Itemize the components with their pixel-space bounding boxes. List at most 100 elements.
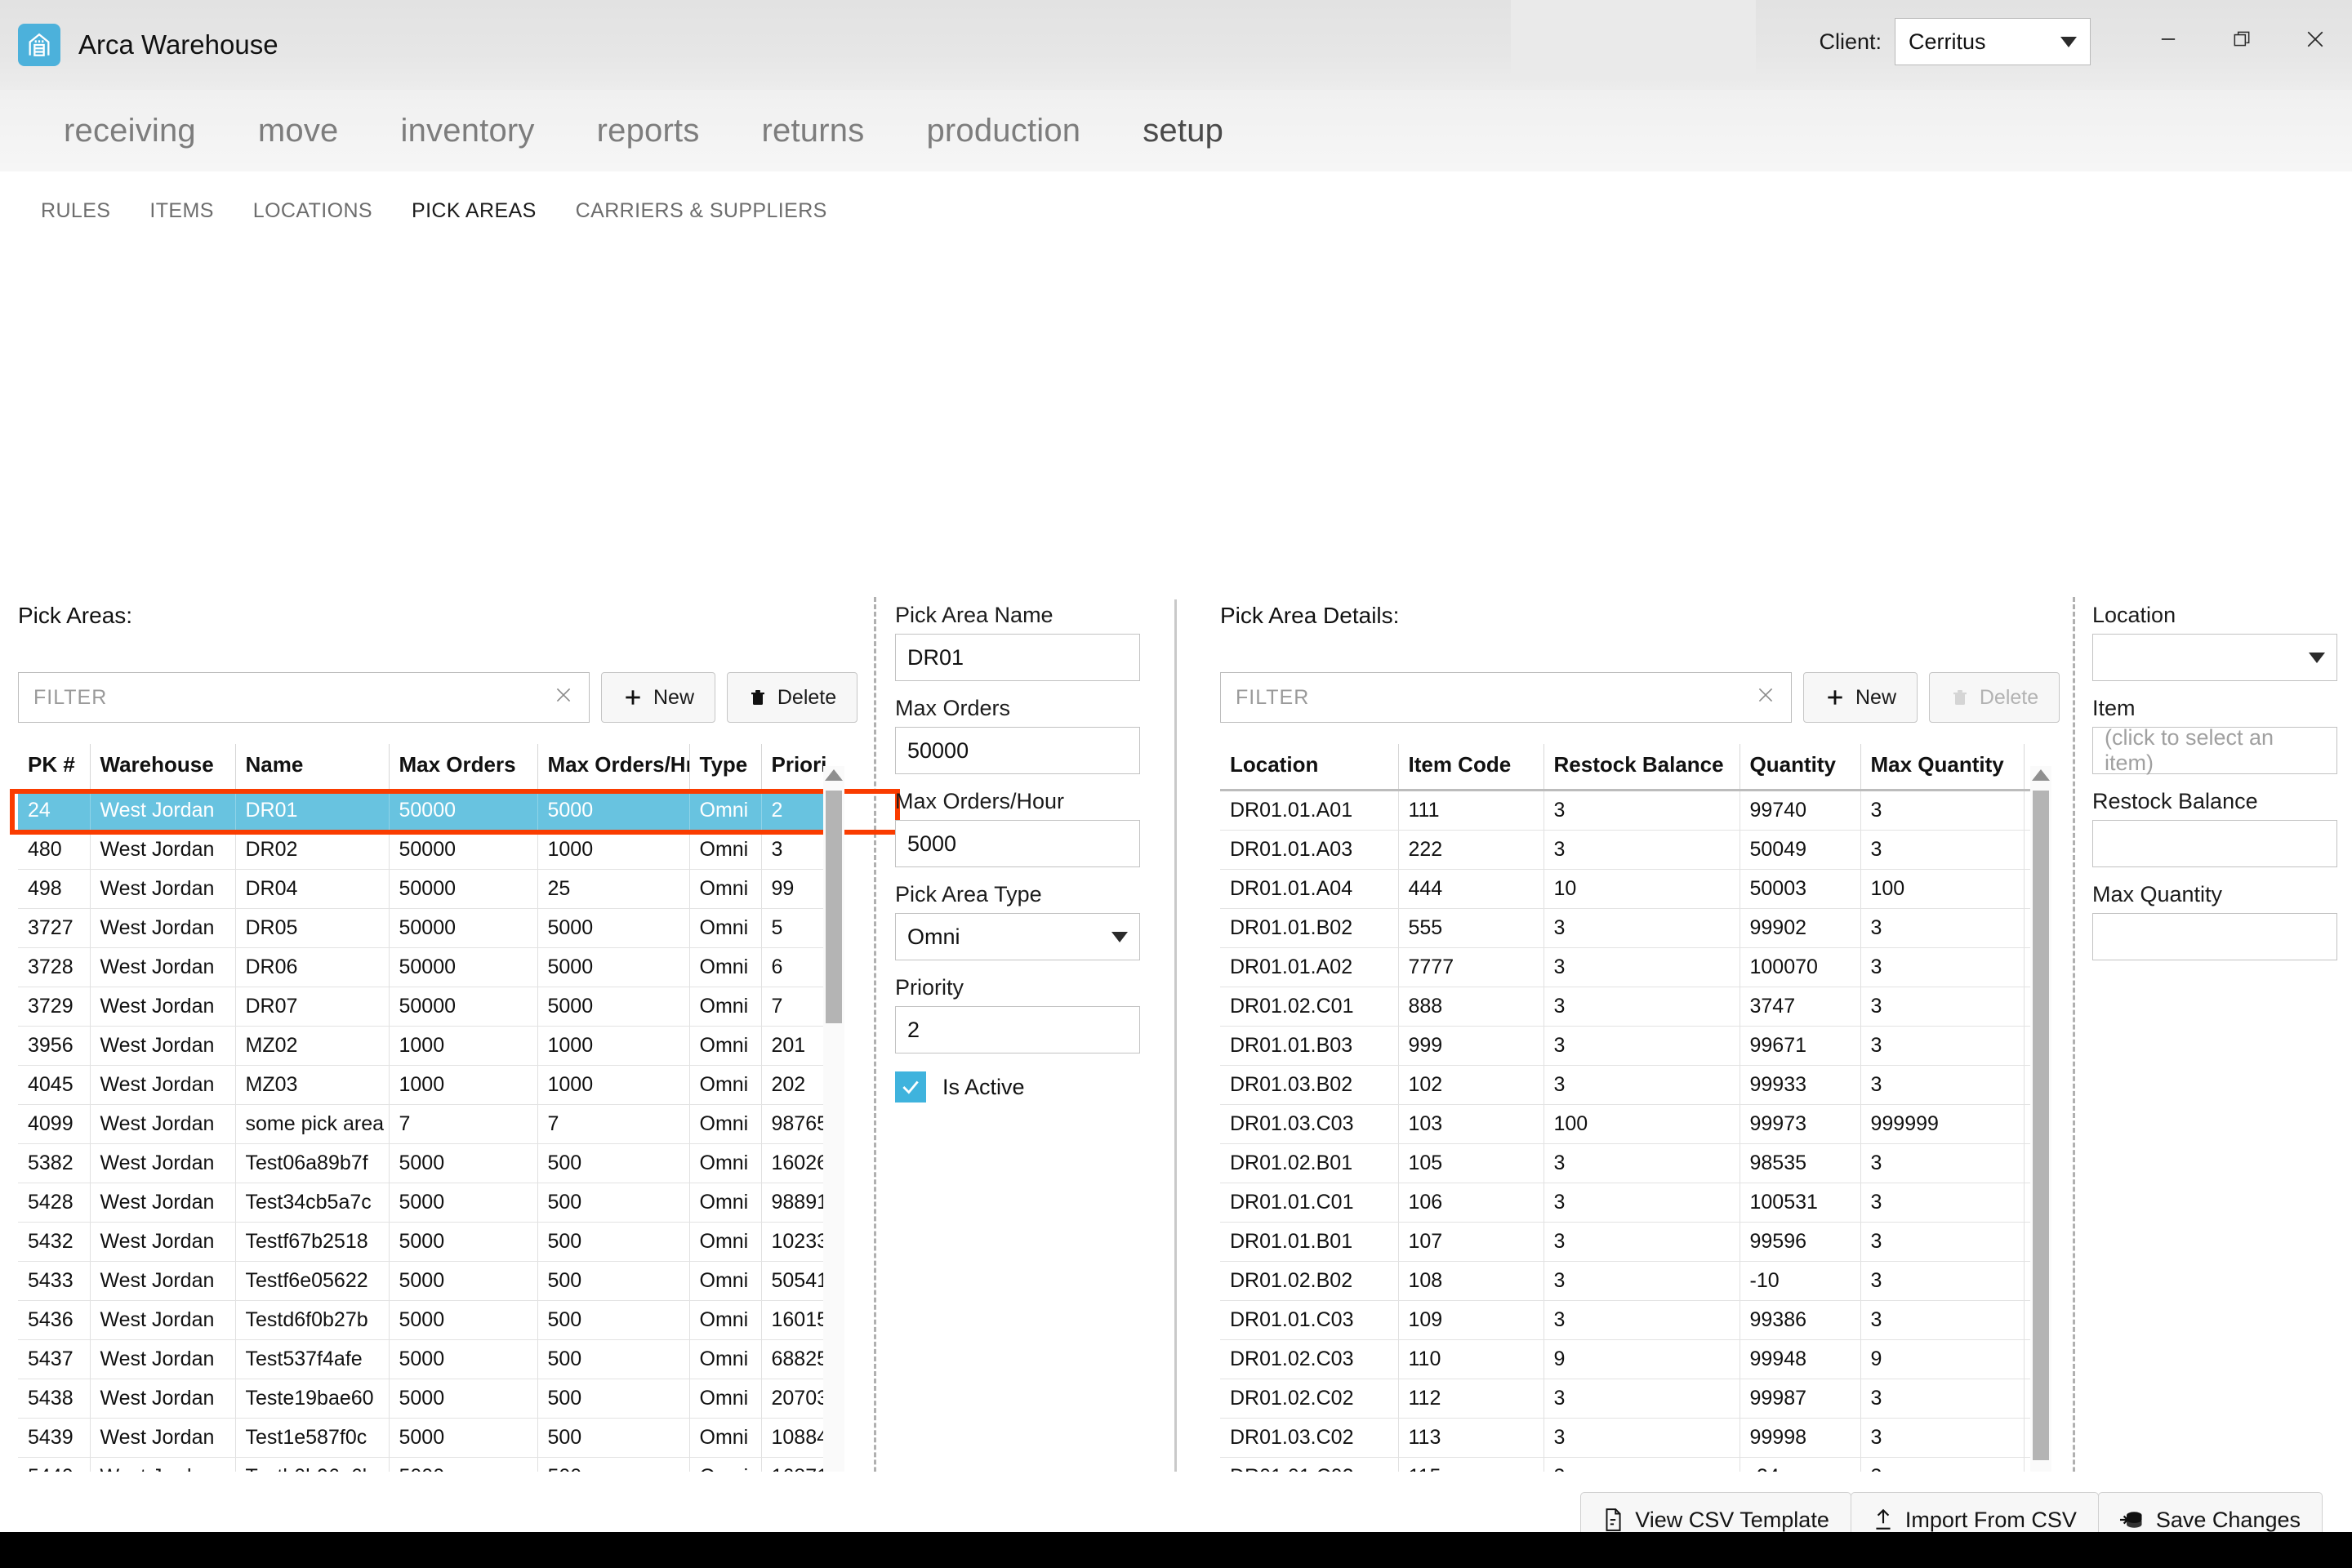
table-row[interactable]: 5433 West Jordan Testf6e05622 5000 500 Omni 50… — [18, 1261, 843, 1301]
table-row[interactable]: 5438 West Jordan Teste19bae60 5000 500 Omni 20… — [18, 1379, 843, 1419]
cell-restock-balance: 3 — [1543, 1143, 1740, 1183]
table-row[interactable]: DR01.01.B02 555 3 99902 3 — [1220, 908, 2048, 948]
nav-item-move[interactable]: move — [227, 113, 370, 149]
pick-area-type-select[interactable]: Omni — [895, 913, 1140, 960]
restock-balance-input[interactable] — [2092, 820, 2337, 867]
nav-item-production[interactable]: production — [895, 113, 1111, 149]
clear-icon[interactable] — [1755, 684, 1776, 710]
table-row[interactable]: DR01.01.A03 222 3 50049 3 — [1220, 830, 2048, 870]
table-row[interactable]: 498 West Jordan DR04 50000 25 Omni 99 — [18, 869, 843, 909]
col-max-quantity[interactable]: Max Quantity — [1860, 744, 2024, 791]
col-location[interactable]: Location — [1220, 744, 1398, 791]
title-bar: Arca Warehouse Client: Cerritus — [0, 0, 2352, 90]
col-quantity[interactable]: Quantity — [1739, 744, 1860, 791]
nav-item-reports[interactable]: reports — [566, 113, 731, 149]
table-row[interactable]: DR01.01.B01 107 3 99596 3 — [1220, 1222, 2048, 1262]
cell-type: Omni — [688, 1379, 761, 1419]
table-row[interactable]: DR01.03.C03 103 100 99973 999999 — [1220, 1104, 2048, 1144]
priority-input[interactable]: 2 — [895, 1006, 1140, 1054]
col-max-orders-hr[interactable]: Max Orders/Hr — [537, 744, 689, 791]
table-row[interactable]: DR01.01.B03 999 3 99671 3 — [1220, 1026, 2048, 1066]
col-warehouse[interactable]: Warehouse — [89, 744, 235, 791]
table-row[interactable]: DR01.01.A01 111 3 99740 3 — [1220, 790, 2048, 831]
details-filter-input[interactable]: FILTER — [1220, 672, 1792, 723]
close-button[interactable] — [2278, 0, 2352, 78]
is-active-row[interactable]: Is Active — [895, 1071, 1140, 1102]
item-input[interactable]: (click to select an item) — [2092, 725, 2337, 775]
table-row[interactable]: DR01.03.B02 102 3 99933 3 — [1220, 1065, 2048, 1105]
minimize-button[interactable] — [2132, 0, 2205, 78]
cell-warehouse: West Jordan — [89, 1418, 235, 1458]
pick-areas-filter-input[interactable]: FILTER — [18, 672, 590, 723]
table-row[interactable]: 5428 West Jordan Test34cb5a7c 5000 500 Omni 98… — [18, 1183, 843, 1223]
table-row[interactable]: DR01.01.A02 7777 3 100070 3 — [1220, 947, 2048, 987]
table-row[interactable]: DR01.03.C02 113 3 99998 3 — [1220, 1418, 2048, 1458]
table-row[interactable]: DR01.01.A04 444 10 50003 100 — [1220, 869, 2048, 909]
table-row[interactable]: DR01.02.C03 110 9 99948 9 — [1220, 1339, 2048, 1379]
details-toolbar: FILTER New Delete — [1220, 672, 2060, 723]
scroll-up-icon[interactable] — [825, 769, 843, 781]
table-row[interactable]: 5439 West Jordan Test1e587f0c 5000 500 Omni 10… — [18, 1418, 843, 1458]
cell-max-quantity: 3 — [1860, 1222, 2024, 1262]
table-row[interactable]: 5436 West Jordan Testd6f0b27b 5000 500 Omni 16… — [18, 1300, 843, 1340]
col-item-code[interactable]: Item Code — [1397, 744, 1544, 791]
pick-area-details-table[interactable]: Location Item Code Restock Balance Quant… — [1220, 744, 2048, 1568]
pick-area-type-group: Pick Area Type Omni — [895, 882, 1140, 960]
table-row[interactable]: 480 West Jordan DR02 50000 1000 Omni 3 — [18, 830, 843, 870]
cell-pk: 5436 — [18, 1300, 90, 1340]
max-orders-input[interactable]: 50000 — [895, 727, 1140, 774]
client-select[interactable]: Cerritus — [1895, 18, 2091, 65]
table-row[interactable]: 4045 West Jordan MZ03 1000 1000 Omni 202 — [18, 1065, 843, 1105]
table-row[interactable]: DR01.01.C01 106 3 100531 3 — [1220, 1183, 2048, 1223]
col-restock-balance[interactable]: Restock Balance — [1543, 744, 1740, 791]
is-active-checkbox[interactable] — [895, 1071, 926, 1102]
nav-item-inventory[interactable]: inventory — [370, 113, 566, 149]
pick-areas-vscrollbar[interactable] — [823, 766, 844, 1568]
table-row[interactable]: 3729 West Jordan DR07 50000 5000 Omni 7 — [18, 987, 843, 1027]
location-select[interactable] — [2092, 634, 2337, 681]
table-row[interactable]: 4099 West Jordan some pick area 7 7 Omni 98765 — [18, 1104, 843, 1144]
pick-areas-table[interactable]: PK # Warehouse Name Max Orders Max Order… — [18, 744, 843, 1568]
restore-button[interactable] — [2205, 0, 2278, 78]
tab-pick-areas[interactable]: PICK AREAS — [392, 199, 556, 223]
tab-locations[interactable]: LOCATIONS — [234, 199, 392, 223]
pick-areas-vscroll-thumb[interactable] — [826, 791, 842, 1023]
table-row[interactable]: DR01.02.C01 888 3 3747 3 — [1220, 987, 2048, 1027]
tab-carriers-suppliers[interactable]: CARRIERS & SUPPLIERS — [556, 199, 847, 223]
details-vscroll-thumb[interactable] — [2033, 791, 2049, 1460]
nav-item-setup[interactable]: setup — [1111, 113, 1254, 149]
table-row[interactable]: DR01.02.C02 112 3 99987 3 — [1220, 1379, 2048, 1419]
col-type[interactable]: Type — [688, 744, 761, 791]
clear-icon[interactable] — [553, 684, 574, 710]
details-delete-button[interactable]: Delete — [1929, 672, 2060, 723]
pick-areas-delete-button[interactable]: Delete — [727, 672, 858, 723]
table-row[interactable]: DR01.02.B01 105 3 98535 3 — [1220, 1143, 2048, 1183]
scroll-up-icon[interactable] — [2032, 769, 2050, 781]
cell-max-orders-hr: 5000 — [537, 947, 689, 987]
tab-rules[interactable]: RULES — [21, 199, 130, 223]
table-row[interactable]: 3728 West Jordan DR06 50000 5000 Omni 6 — [18, 947, 843, 987]
tab-items[interactable]: ITEMS — [130, 199, 233, 223]
item-group: Item (click to select an item) — [2092, 696, 2337, 775]
col-pk[interactable]: PK # — [18, 744, 90, 791]
cell-max-orders: 5000 — [388, 1222, 537, 1262]
table-row[interactable]: DR01.01.C03 109 3 99386 3 — [1220, 1300, 2048, 1340]
table-row[interactable]: 3956 West Jordan MZ02 1000 1000 Omni 201 — [18, 1026, 843, 1066]
table-row[interactable]: 5437 West Jordan Test537f4afe 5000 500 Omni 68… — [18, 1339, 843, 1379]
max-quantity-input[interactable] — [2092, 913, 2337, 960]
nav-item-returns[interactable]: returns — [731, 113, 896, 149]
table-row[interactable]: 3727 West Jordan DR05 50000 5000 Omni 5 — [18, 908, 843, 948]
nav-item-receiving[interactable]: receiving — [33, 113, 227, 149]
table-row[interactable]: 5432 West Jordan Testf67b2518 5000 500 Omni 10… — [18, 1222, 843, 1262]
table-row[interactable]: 5382 West Jordan Test06a89b7f 5000 500 Omni 16… — [18, 1143, 843, 1183]
col-name[interactable]: Name — [234, 744, 389, 791]
max-orders-hour-input[interactable]: 5000 — [895, 820, 1140, 867]
details-vscrollbar[interactable] — [2030, 766, 2051, 1568]
details-new-button[interactable]: New — [1803, 672, 1918, 723]
table-row[interactable]: 24 West Jordan DR01 50000 5000 Omni 2 — [18, 790, 843, 831]
pick-area-name-input[interactable]: DR01 — [895, 634, 1140, 681]
col-max-orders[interactable]: Max Orders — [388, 744, 537, 791]
table-row[interactable]: DR01.02.B02 108 3 -10 3 — [1220, 1261, 2048, 1301]
cell-type: Omni — [688, 1222, 761, 1262]
pick-areas-new-button[interactable]: New — [601, 672, 715, 723]
